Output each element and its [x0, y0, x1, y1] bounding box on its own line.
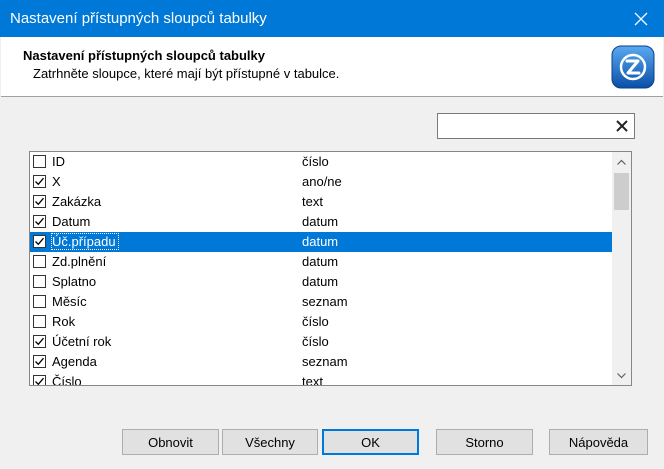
close-icon	[634, 12, 648, 25]
ok-button[interactable]: OK	[322, 429, 419, 455]
column-name: Číslo	[52, 374, 82, 385]
checkmark-icon	[35, 357, 44, 366]
dialog-header: Nastavení přístupných sloupců tabulky Za…	[1, 37, 663, 97]
checkbox-unchecked[interactable]	[33, 155, 46, 168]
column-type: ano/ne	[302, 174, 342, 189]
column-name: Datum	[52, 214, 91, 229]
header-title: Nastavení přístupných sloupců tabulky	[23, 48, 265, 63]
column-type: číslo	[302, 314, 329, 329]
checkmark-icon	[35, 237, 44, 246]
scroll-up-button[interactable]	[612, 152, 631, 171]
checkbox-checked[interactable]	[33, 175, 46, 188]
checkbox-unchecked[interactable]	[33, 255, 46, 268]
column-name: Měsíc	[52, 294, 87, 309]
vertical-scrollbar[interactable]	[612, 152, 631, 385]
list-item[interactable]: Zd.plnění datum	[30, 252, 612, 272]
help-button[interactable]: Nápověda	[549, 429, 648, 455]
search-input[interactable]	[438, 114, 608, 138]
column-type: datum	[302, 214, 339, 229]
column-name: ID	[52, 154, 65, 169]
checkbox-checked[interactable]	[33, 375, 46, 385]
column-name: Splatno	[52, 274, 97, 289]
checkbox-checked[interactable]	[33, 355, 46, 368]
checkmark-icon	[35, 377, 44, 385]
column-name: Úč.případu	[51, 233, 119, 250]
column-type: seznam	[302, 354, 348, 369]
scroll-down-button[interactable]	[612, 366, 631, 385]
list-item[interactable]: Zakázka text	[30, 192, 612, 212]
select-all-button[interactable]: Všechny	[222, 429, 318, 455]
list-item[interactable]: Úč.případu datum	[30, 232, 612, 252]
columns-list-rows: ID číslo Xano/ne Zakázka text Datum datum Úč.př…	[30, 152, 612, 385]
refresh-button[interactable]: Obnovit	[122, 429, 219, 455]
checkbox-checked[interactable]	[33, 195, 46, 208]
column-type: číslo	[302, 154, 329, 169]
list-item[interactable]: Rok číslo	[30, 312, 612, 332]
checkbox-unchecked[interactable]	[33, 295, 46, 308]
cancel-button[interactable]: Storno	[436, 429, 533, 455]
column-type: text	[302, 374, 323, 385]
header-subtitle: Zatrhněte sloupce, které mají být přístu…	[33, 66, 340, 81]
checkmark-icon	[35, 177, 44, 186]
list-item[interactable]: ID číslo	[30, 152, 612, 172]
column-type: seznam	[302, 294, 348, 309]
checkmark-icon	[35, 337, 44, 346]
list-item[interactable]: Měsíc seznam	[30, 292, 612, 312]
column-type: datum	[302, 234, 339, 249]
list-item[interactable]: Účetní rok číslo	[30, 332, 612, 352]
clear-icon[interactable]	[615, 119, 629, 133]
checkbox-checked[interactable]	[33, 335, 46, 348]
column-name: Zd.plnění	[52, 254, 107, 269]
list-item[interactable]: Datum datum	[30, 212, 612, 232]
app-logo-icon	[611, 45, 655, 89]
column-name: Zakázka	[52, 194, 102, 209]
checkbox-unchecked[interactable]	[33, 275, 46, 288]
checkmark-icon	[35, 197, 44, 206]
column-type: datum	[302, 274, 339, 289]
column-name: Agenda	[52, 354, 97, 369]
close-button[interactable]	[618, 0, 664, 37]
chevron-up-icon	[617, 159, 626, 165]
list-item[interactable]: Číslo text	[30, 372, 612, 385]
column-type: číslo	[302, 334, 329, 349]
checkbox-checked[interactable]	[33, 215, 46, 228]
checkmark-icon	[35, 217, 44, 226]
chevron-down-icon	[617, 372, 626, 378]
checkbox-unchecked[interactable]	[33, 315, 46, 328]
scrollbar-thumb[interactable]	[614, 173, 629, 210]
window-title: Nastavení přístupných sloupců tabulky	[10, 10, 267, 27]
column-name: X	[52, 174, 61, 189]
list-item[interactable]: Splatno datum	[30, 272, 612, 292]
column-type: datum	[302, 254, 339, 269]
column-name: Účetní rok	[52, 334, 112, 349]
column-name: Rok	[52, 314, 76, 329]
list-item[interactable]: Agenda seznam	[30, 352, 612, 372]
list-item[interactable]: Xano/ne	[30, 172, 612, 192]
column-type: text	[302, 194, 323, 209]
checkbox-checked[interactable]	[33, 235, 46, 248]
title-bar: Nastavení přístupných sloupců tabulky	[0, 0, 664, 37]
columns-list[interactable]: ID číslo Xano/ne Zakázka text Datum datum Úč.př…	[29, 151, 632, 386]
search-box	[437, 113, 635, 139]
